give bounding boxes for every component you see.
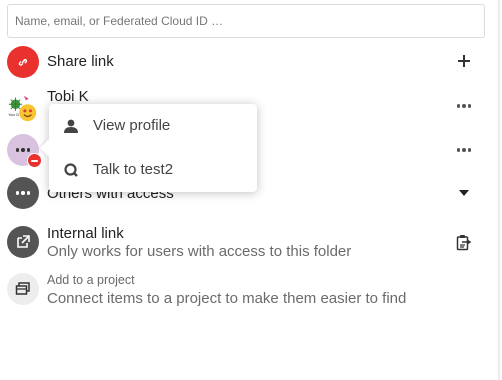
share-link-row: Share link (0, 44, 498, 78)
person-icon (61, 116, 81, 136)
copy-internal-link-button[interactable] (450, 228, 478, 256)
project-row[interactable]: Add to a project Connect items to a proj… (0, 270, 498, 310)
plus-icon (458, 55, 470, 67)
others-expand-button[interactable] (450, 179, 478, 207)
external-link-icon (7, 226, 39, 258)
project-subtitle: Connect items to a project to make them … (47, 290, 407, 307)
project-icon (7, 273, 39, 305)
talk-icon (61, 160, 81, 180)
caret-down-icon (459, 190, 469, 196)
sticker-avatar-icon: Your Cl (7, 95, 37, 122)
menu-item-label: Talk to test2 (93, 161, 174, 178)
add-share-link-button[interactable] (450, 47, 478, 75)
menu-item-view-profile[interactable]: View profile (49, 104, 257, 148)
more-icon (15, 148, 31, 152)
clipboard-icon (456, 234, 472, 250)
share-search-box[interactable] (7, 4, 485, 38)
more-icon (456, 104, 472, 108)
user-name: Tobi K (47, 88, 89, 105)
svg-text:Your Cl: Your Cl (8, 113, 19, 117)
internal-link-subtitle: Only works for users with access to this… (47, 243, 352, 260)
right-panel-border (498, 0, 500, 380)
share-search-input[interactable] (8, 5, 484, 37)
link-icon (7, 46, 39, 78)
internal-link-title: Internal link (47, 225, 124, 242)
others-avatar (7, 177, 39, 209)
share-entry-menu-button[interactable] (450, 136, 478, 164)
menu-item-label: View profile (93, 117, 171, 134)
project-title: Add to a project (47, 273, 135, 287)
internal-link-row: Internal link Only works for users with … (0, 222, 498, 262)
user-share-menu-button[interactable] (450, 92, 478, 120)
share-action-menu: View profile Talk to test2 (49, 104, 257, 192)
menu-item-talk[interactable]: Talk to test2 (49, 148, 257, 192)
share-link-label: Share link (47, 53, 114, 70)
more-icon (15, 191, 31, 195)
user-avatar[interactable]: Your Cl (7, 92, 39, 124)
more-icon (456, 148, 472, 152)
